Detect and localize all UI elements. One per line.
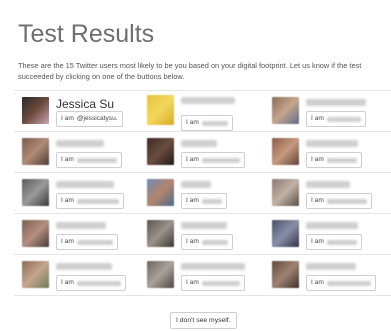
avatar (22, 261, 49, 288)
not-me-button[interactable]: I don't see myself. (170, 312, 237, 329)
twitter-handle-redacted (201, 198, 222, 204)
twitter-handle-redacted (326, 116, 361, 122)
i-am-button[interactable]: I am (181, 234, 233, 250)
result-name-redacted (56, 140, 104, 147)
result-name-redacted (181, 181, 211, 188)
result-card: I am (14, 132, 139, 172)
results-row: Jessica Su I am @jessicatysu. I am I am (14, 91, 391, 132)
i-am-button[interactable]: I am (181, 115, 233, 131)
i-am-button[interactable]: I am (306, 111, 366, 127)
i-am-label: I am (61, 197, 74, 204)
i-am-button[interactable]: I am (181, 152, 245, 168)
i-am-label: I am (61, 156, 74, 163)
twitter-handle-redacted (326, 280, 371, 286)
i-am-label: I am (311, 238, 324, 245)
avatar (272, 138, 299, 165)
avatar (22, 179, 49, 206)
result-card: I am (139, 173, 264, 213)
i-am-button[interactable]: I am (181, 275, 245, 291)
i-am-label: I am (311, 279, 324, 286)
result-card: I am (14, 255, 139, 295)
i-am-button[interactable]: I am (306, 234, 362, 250)
twitter-handle-redacted (326, 157, 357, 163)
twitter-handle-redacted (326, 198, 367, 204)
avatar (22, 220, 49, 247)
i-am-label: I am (186, 279, 199, 286)
twitter-handle-redacted (76, 280, 121, 286)
results-row: I am I am I am (14, 255, 391, 296)
avatar (22, 138, 49, 165)
result-card: I am (14, 173, 139, 213)
result-name: Jessica Su (56, 97, 115, 111)
i-am-button[interactable]: I am (181, 193, 227, 209)
result-card: Jessica Su I am @jessicatysu. (14, 91, 139, 131)
twitter-handle-redacted (201, 157, 240, 163)
result-card: I am (264, 91, 389, 131)
twitter-handle: @jessicatysu. (76, 115, 118, 122)
result-card: I am (14, 214, 139, 254)
i-am-label: I am (311, 115, 324, 122)
result-card: I am (264, 132, 389, 172)
avatar (272, 179, 299, 206)
avatar (147, 220, 174, 247)
i-am-button[interactable]: I am (56, 275, 126, 291)
result-name-redacted (181, 222, 227, 229)
twitter-handle-redacted (76, 157, 117, 163)
twitter-handle-redacted (76, 239, 113, 245)
i-am-button[interactable]: I am (56, 152, 122, 168)
results-row: I am I am I am (14, 214, 391, 255)
results-row: I am I am I am (14, 173, 391, 214)
avatar (147, 261, 174, 288)
i-am-button[interactable]: I am @jessicatysu. (56, 111, 123, 127)
results-row: I am I am I am (14, 132, 391, 173)
i-am-button[interactable]: I am (56, 193, 124, 209)
result-card: I am (139, 214, 264, 254)
i-am-label: I am (186, 119, 199, 126)
avatar (22, 97, 49, 124)
i-am-label: I am (311, 197, 324, 204)
twitter-handle-redacted (76, 198, 119, 204)
result-name-redacted (56, 181, 114, 188)
result-card: I am (139, 132, 264, 172)
i-am-label: I am (61, 115, 74, 122)
i-am-button[interactable]: I am (306, 152, 362, 168)
intro-text: These are the 15 Twitter users most like… (18, 61, 362, 81)
result-name-redacted (181, 97, 235, 104)
result-name-redacted (56, 222, 106, 229)
avatar (147, 95, 174, 125)
i-am-label: I am (61, 279, 74, 286)
results-grid: Jessica Su I am @jessicatysu. I am I am I … (14, 90, 391, 296)
result-name-redacted (306, 99, 366, 106)
result-card: I am (264, 255, 389, 295)
twitter-handle-redacted (201, 280, 240, 286)
twitter-handle-redacted (201, 120, 228, 126)
i-am-label: I am (186, 156, 199, 163)
avatar (272, 220, 299, 247)
avatar (147, 138, 174, 165)
avatar (272, 261, 299, 288)
twitter-handle-redacted (201, 239, 228, 245)
result-name-redacted (181, 140, 217, 147)
result-name-redacted (306, 263, 356, 270)
page-title: Test Results (18, 20, 155, 48)
result-card: I am (264, 173, 389, 213)
result-name-redacted (56, 263, 112, 270)
result-card: I am (139, 255, 264, 295)
result-name-redacted (306, 181, 350, 188)
i-am-label: I am (61, 238, 74, 245)
twitter-handle-redacted (326, 239, 357, 245)
i-am-label: I am (311, 156, 324, 163)
result-name-redacted (306, 140, 358, 147)
result-name-redacted (181, 263, 245, 270)
result-name-redacted (306, 222, 358, 229)
result-card: I am (264, 214, 389, 254)
i-am-button[interactable]: I am (306, 275, 376, 291)
avatar (147, 179, 174, 206)
i-am-button[interactable]: I am (306, 193, 372, 209)
i-am-button[interactable]: I am (56, 234, 118, 250)
i-am-label: I am (186, 238, 199, 245)
result-card: I am (139, 91, 264, 131)
i-am-label: I am (186, 197, 199, 204)
avatar (272, 97, 299, 124)
